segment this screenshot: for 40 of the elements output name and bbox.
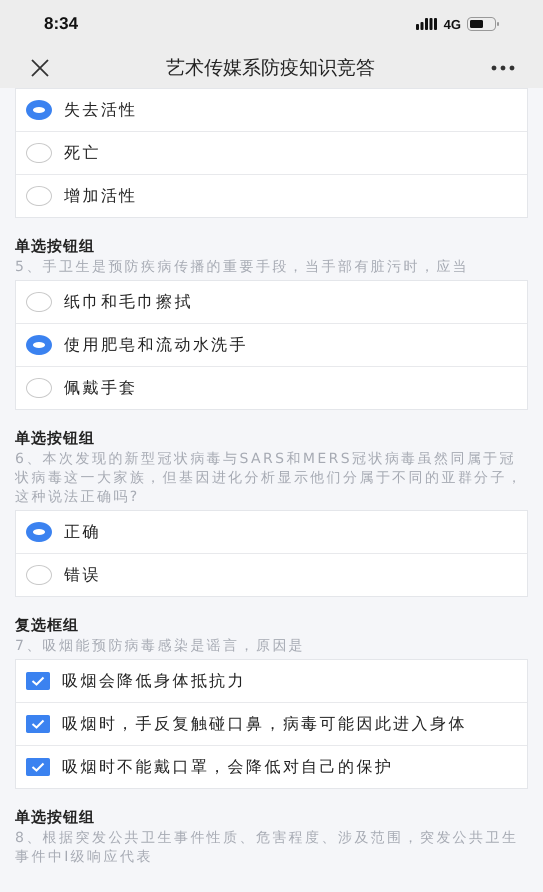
radio-button[interactable]	[26, 292, 52, 312]
check-icon	[31, 762, 45, 772]
question-text: 7、吸烟能预防病毒感染是谣言，原因是	[15, 637, 306, 656]
radio-button[interactable]	[26, 378, 52, 398]
radio-button[interactable]	[26, 565, 52, 585]
group-heading: 复选框组	[15, 615, 80, 635]
more-icon[interactable]	[491, 65, 515, 71]
option-label: 失去活性	[64, 100, 138, 120]
option-label: 吸烟时不能戴口罩，会降低对自己的保护	[62, 756, 394, 778]
group-heading: 单选按钮组	[15, 807, 96, 827]
radio-button[interactable]	[26, 522, 52, 542]
group-heading: 单选按钮组	[15, 236, 96, 256]
page-title: 艺术传媒系防疫知识竞答	[166, 56, 375, 81]
check-icon	[31, 676, 45, 686]
status-time: 8:34	[44, 14, 78, 34]
battery-icon	[467, 17, 499, 31]
option-label: 使用肥皂和流动水洗手	[64, 334, 248, 356]
group-heading: 单选按钮组	[15, 428, 96, 448]
radio-button[interactable]	[26, 186, 52, 206]
radio-button[interactable]	[26, 335, 52, 355]
option-label: 死亡	[64, 142, 101, 164]
radio-button[interactable]	[26, 100, 52, 120]
option-label: 纸巾和毛巾擦拭	[64, 292, 193, 312]
checkbox[interactable]	[26, 715, 50, 733]
check-icon	[31, 719, 45, 729]
option-label: 佩戴手套	[64, 378, 138, 398]
close-icon[interactable]	[30, 58, 50, 78]
question-text: 6、本次发现的新型冠状病毒与SARS和MERS冠状病毒虽然同属于冠状病毒这一大家族，但基因进化分析显示他们分属于不同的亚群分子，这种说法正确吗?	[15, 450, 524, 507]
network-type: 4G	[444, 16, 461, 32]
signal-icon	[416, 18, 438, 30]
option-label: 吸烟时，手反复触碰口鼻，病毒可能因此进入身体	[62, 714, 467, 734]
radio-button[interactable]	[26, 143, 52, 163]
option-label: 正确	[64, 522, 101, 542]
option-label: 吸烟会降低身体抵抗力	[62, 670, 246, 692]
option-label: 增加活性	[64, 186, 138, 206]
question-text: 5、手卫生是预防疾病传播的重要手段，当手部有脏污时，应当	[15, 258, 470, 277]
question-text: 8、根据突发公共卫生事件性质、危害程度、涉及范围，突发公共卫生事件中I级响应代表	[15, 829, 520, 867]
checkbox[interactable]	[26, 672, 50, 690]
checkbox[interactable]	[26, 758, 50, 776]
option-label: 错误	[64, 564, 101, 586]
